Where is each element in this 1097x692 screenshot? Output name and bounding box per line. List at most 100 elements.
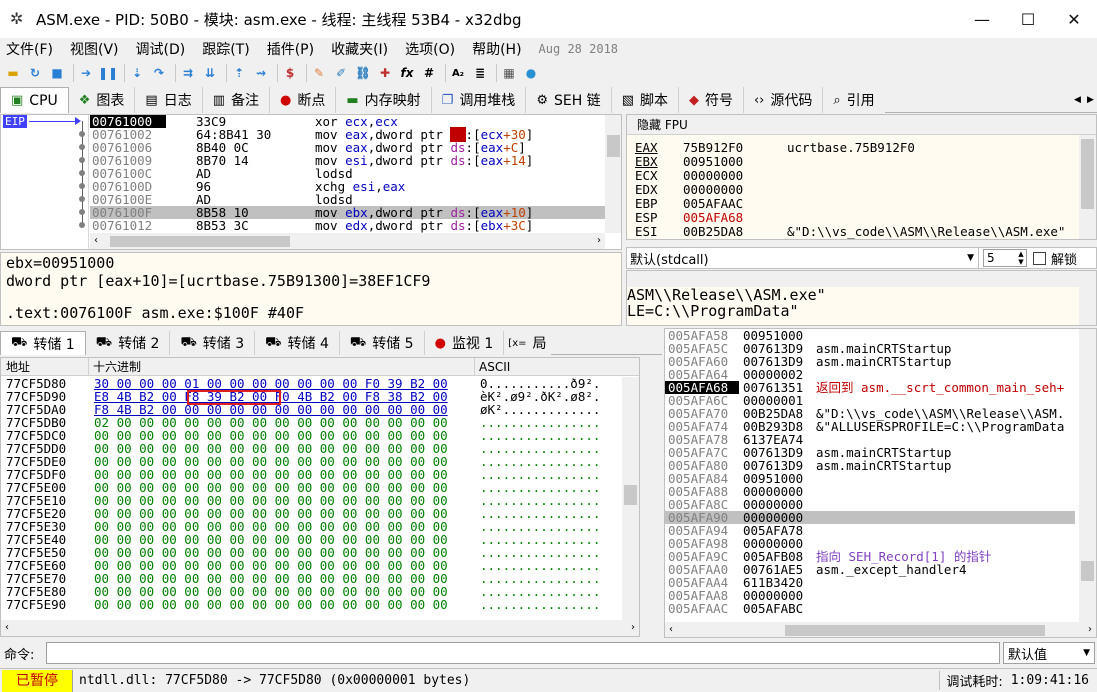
register-row[interactable]: ESI 00B25DA8 &"D:\\vs_code\\ASM\\Release\\… [635,225,1096,239]
disasm-row[interactable]: 00761012 8B53 3C mov edx,dword ptr ds:[ebx… [90,219,605,232]
maximize-button[interactable]: ☐ [1005,0,1051,38]
tab-dump-3[interactable]: ⛟ 转储 3 [170,331,256,355]
menu-options[interactable]: 选项(O) [405,39,455,59]
tab-locals[interactable]: [x= 局 [504,331,551,355]
function-icon[interactable]: fx [398,64,416,82]
minimize-button[interactable]: — [959,0,1005,38]
arg-count-spinner[interactable]: 5 ▲ ▼ [983,249,1027,267]
bookmark-icon[interactable]: ✚ [376,64,394,82]
registers-header[interactable]: 隐藏 FPU [627,115,1096,135]
open-icon[interactable]: ▬ [4,64,22,82]
trace-into-icon[interactable]: ⇉ [179,64,197,82]
restart-icon[interactable]: ↻ [26,64,44,82]
register-value[interactable]: 00000000 [683,183,787,197]
step-over-icon[interactable]: ↷ [150,64,168,82]
tab-dump-4[interactable]: ⛟ 转储 4 [255,331,340,355]
close-button[interactable]: ✕ [1051,0,1097,38]
disasm-vscroll[interactable] [605,115,621,233]
execute-till-return-icon[interactable]: ⇡ [230,64,248,82]
step-into-icon[interactable]: ⇣ [128,64,146,82]
tab-scroll-right-button[interactable]: ▶ [1084,95,1097,105]
tab-references[interactable]: ⌕ 引用 [823,87,885,113]
callconv-select[interactable]: 默认(stdcall) ▼ [627,248,979,268]
pause-icon[interactable]: ❚❚ [98,64,118,82]
tab-symbols[interactable]: ◆ 符号 [678,87,744,113]
unlock-checkbox[interactable] [1033,251,1046,265]
tab-dump-2[interactable]: ⛟ 转储 2 [85,331,171,355]
menu-trace[interactable]: 跟踪(T) [202,39,249,59]
hash-icon[interactable]: # [420,64,438,82]
register-row[interactable]: EAX 75B912F0 ucrtbase.75B912F0 [635,141,1096,155]
register-value[interactable]: 005AFA68 [683,211,787,225]
tab-watch-1[interactable]: ● 监视 1 [424,331,505,355]
tab-graph[interactable]: ❖ 图表 [68,87,136,113]
strings-icon[interactable]: ≣ [471,64,489,82]
tab-dump-1[interactable]: ⛟ 转储 1 [0,331,86,355]
disassembly-panel[interactable]: EIP 00761000 33C9 xor ecx,ecx 00761002 64:8B… [0,114,622,250]
tab-call-stack[interactable]: ❐ 调用堆栈 [431,87,527,113]
bp-dot-4[interactable] [79,170,85,176]
tab-scroll-left-button[interactable]: ◀ [1071,95,1084,105]
bp-dot-1[interactable] [79,131,85,137]
bp-dot-2[interactable] [79,144,85,150]
registers-panel[interactable]: 隐藏 FPU EAX 75B912F0 ucrtbase.75B912F0 EBX 00… [626,114,1097,240]
source-icon: ‹› [753,92,765,108]
stack-panel[interactable]: 005AFA58 00951000 005AFA5C 007613D9 asm.main… [664,328,1097,638]
font-icon[interactable]: A₂ [449,64,467,82]
tab-memory-map[interactable]: ▬ 内存映射 [336,87,432,113]
register-value[interactable]: 00951000 [683,155,787,169]
tab-breakpoints[interactable]: ● 断点 [270,87,337,113]
run-icon[interactable]: ➔ [77,64,95,82]
bp-dot-5[interactable] [79,183,85,189]
tab-log[interactable]: ▤ 日志 [135,87,203,113]
register-row[interactable]: EBP 005AFAAC [635,197,1096,211]
register-row[interactable]: EBX 00951000 [635,155,1096,169]
menu-debug[interactable]: 调试(D) [136,39,186,59]
command-input[interactable] [46,642,1000,664]
calculator-icon[interactable]: ▦ [500,64,518,82]
register-value[interactable]: 00B25DA8 [683,225,787,239]
globe-icon[interactable]: ● [522,64,540,82]
register-value[interactable]: 75B912F0 [683,141,787,155]
dump-row[interactable]: 77CF5E90 00 00 00 00 00 00 00 00 00 00 00… [1,598,621,611]
disasm-hscroll[interactable]: ‹ › [90,233,605,249]
scylla-icon[interactable]: $ [281,64,299,82]
tab-dump-5[interactable]: ⛟ 转储 5 [339,331,425,355]
bug-icon: ✲ [10,9,24,28]
register-value[interactable]: 00000000 [683,169,787,183]
register-row[interactable]: ESP 005AFA68 [635,211,1096,225]
menu-plugins[interactable]: 插件(P) [267,39,314,59]
dump-hscroll[interactable]: ‹ › [1,620,639,636]
stack-vscroll[interactable] [1079,329,1096,622]
stack-row[interactable]: 005AFAAC 005AFABC [665,602,1075,615]
menu-favorites[interactable]: 收藏夹(I) [331,39,388,59]
menu-file[interactable]: 文件(F) [6,39,53,59]
tab-cpu[interactable]: ▣ CPU [0,87,69,113]
dump-panel[interactable]: 地址 十六进制 ASCII 77CF5D80 30 00 00 00 01 00 … [0,357,640,637]
bp-dot-7[interactable] [79,209,85,215]
register-row[interactable]: ECX 00000000 [635,169,1096,183]
register-value[interactable]: 005AFAAC [683,197,787,211]
menu-help[interactable]: 帮助(H) [472,39,521,59]
label-icon[interactable]: ⛓ [354,64,372,82]
bp-dot-8[interactable] [79,222,85,228]
patch-icon[interactable]: ✎ [310,64,328,82]
tab-source[interactable]: ‹› 源代码 [743,87,824,113]
stack-value[interactable]: 005AFABC [739,602,813,615]
tab-notes[interactable]: ▥ 备注 [202,87,271,113]
tab-script[interactable]: ▧ 脚本 [611,87,679,113]
dump-vscroll[interactable] [622,377,639,620]
stack-comment [813,498,816,511]
trace-over-icon[interactable]: ⇊ [201,64,219,82]
command-mode-select[interactable]: 默认值 ▼ [1003,642,1095,664]
register-row[interactable]: EDX 00000000 [635,183,1096,197]
tab-seh[interactable]: ⚙ SEH 链 [526,87,612,113]
stack-hscroll[interactable]: ‹ › [665,622,1096,637]
registers-vscroll[interactable] [1079,135,1096,239]
run-to-user-code-icon[interactable]: ⇝ [252,64,270,82]
bp-dot-3[interactable] [79,157,85,163]
comment-icon[interactable]: ✐ [332,64,350,82]
bp-dot-6[interactable] [79,196,85,202]
stop-icon[interactable]: ■ [48,64,66,82]
menu-view[interactable]: 视图(V) [70,39,119,59]
